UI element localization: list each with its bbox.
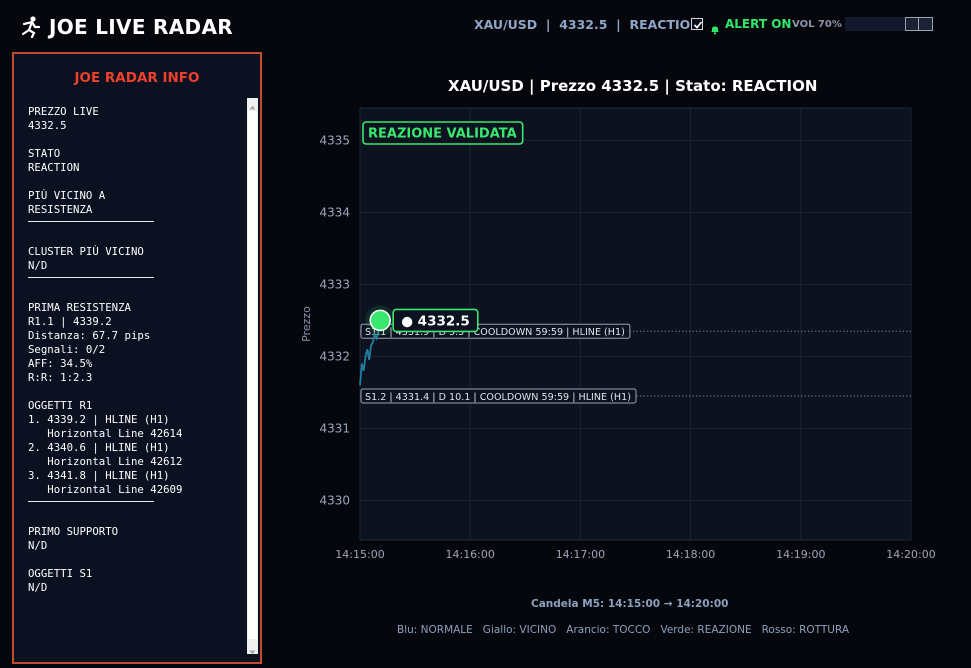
- info-line: N/D: [28, 539, 48, 552]
- runner-icon: [20, 16, 41, 39]
- info-line: PRIMO SUPPORTO: [28, 525, 119, 538]
- info-line: RESISTENZA: [28, 203, 93, 216]
- candle-info: Candela M5: 14:15:00 → 14:20:00: [531, 598, 729, 610]
- info-line: R1.1 | 4339.2: [28, 315, 112, 328]
- y-tick-label: 4333: [319, 277, 350, 291]
- info-line: Horizontal Line 42612: [28, 455, 183, 468]
- color-legend: Blu: NORMALE Giallo: VICINO Arancio: TOC…: [397, 624, 850, 636]
- app-title: JOE LIVE RADAR: [49, 15, 233, 39]
- ticker-summary: XAU/USD | 4332.5 | REACTION: [474, 17, 701, 32]
- panel-title: JOE RADAR INFO: [74, 70, 200, 86]
- volume-fill: [845, 17, 907, 31]
- info-line: STATO: [28, 147, 61, 160]
- y-tick-label: 4331: [319, 421, 350, 435]
- x-tick-label: 14:18:00: [666, 548, 715, 561]
- x-tick-label: 14:20:00: [886, 548, 935, 561]
- current-point-halo: [365, 305, 396, 336]
- badge-text: REAZIONE VALIDATA: [368, 127, 517, 142]
- current-price-label: ● 4332.5: [392, 308, 479, 333]
- info-line: Distanza: 67.7 pips: [28, 329, 151, 342]
- level-label-text: S1.1 | 4331.9 | D 5.5 | COOLDOWN 59:59 |…: [365, 327, 625, 338]
- info-line: PREZZO LIVE: [28, 105, 99, 118]
- radar-info-panel: JOE RADAR INFO PREZZO LIVE 4332.5 STATO REA…: [12, 52, 262, 664]
- x-tick-label: 14:17:00: [556, 548, 605, 561]
- bell-icon: [710, 20, 720, 35]
- info-divider: [28, 217, 154, 231]
- y-tick-label: 4330: [319, 493, 350, 507]
- info-line: OGGETTI S1: [28, 567, 93, 580]
- ticker-symbol: XAU/USD: [474, 17, 538, 32]
- info-line: N/D: [28, 259, 48, 272]
- info-text: PREZZO LIVE 4332.5 STATO REACTION PIÙ VICINO…: [28, 105, 246, 595]
- y-tick-label: 4334: [319, 205, 350, 219]
- level-label-box: [360, 388, 637, 404]
- volume-slider[interactable]: [845, 17, 933, 31]
- volume-slider-handle[interactable]: [905, 17, 933, 31]
- check-icon: [693, 21, 703, 29]
- current-price-text: ● 4332.5: [401, 313, 470, 329]
- info-line: N/D: [28, 581, 48, 594]
- info-line: 4332.5: [28, 119, 67, 132]
- current-point: [369, 309, 391, 332]
- current-price-box: [392, 308, 479, 333]
- ticker-sep-2: |: [616, 17, 621, 32]
- volume-label: VOL 70%: [792, 19, 842, 30]
- scroll-thumb[interactable]: [248, 111, 257, 639]
- ticker-price: 4332.5: [559, 17, 608, 32]
- alert-checkbox[interactable]: [691, 18, 703, 30]
- info-divider: [28, 497, 154, 511]
- badge-box: [362, 121, 524, 145]
- level-label: S1.2 | 4331.4 | D 10.1 | COOLDOWN 59:59 …: [360, 388, 637, 404]
- chart-title: XAU/USD | Prezzo 4332.5 | Stato: REACTIO…: [448, 77, 818, 95]
- info-line: Segnali: 0/2: [28, 343, 106, 356]
- info-line: CLUSTER PIÙ VICINO: [28, 245, 144, 258]
- ticker-sep-1: |: [545, 17, 551, 32]
- y-tick-label: 4335: [319, 133, 350, 147]
- info-line: R:R: 1:2.3: [28, 371, 93, 384]
- level-label: S1.1 | 4331.9 | D 5.5 | COOLDOWN 59:59 |…: [360, 323, 631, 339]
- scroll-down-icon[interactable]: [247, 643, 258, 655]
- info-line: OGGETTI R1: [28, 399, 93, 412]
- alert-label[interactable]: ALERT ON: [725, 17, 791, 31]
- info-line: 1. 4339.2 | HLINE (H1): [28, 413, 170, 426]
- scroll-up-icon[interactable]: [247, 98, 258, 110]
- info-line: PRIMA RESISTENZA: [28, 301, 131, 314]
- info-line: 2. 4340.6 | HLINE (H1): [28, 441, 170, 454]
- info-line: PIÙ VICINO A: [28, 189, 106, 202]
- panel-scrollbar[interactable]: [247, 98, 258, 655]
- info-line: AFF: 34.5%: [28, 357, 93, 370]
- x-tick-label: 14:15:00: [335, 548, 384, 561]
- reaction-badge: REAZIONE VALIDATA: [362, 121, 524, 145]
- info-divider: [28, 273, 154, 287]
- info-line: Horizontal Line 42609: [28, 483, 183, 496]
- y-axis-label: Prezzo: [300, 306, 313, 342]
- top-bar: JOE LIVE RADAR XAU/USD | 4332.5 | REACTI…: [0, 0, 971, 52]
- level-label-text: S1.2 | 4331.4 | D 10.1 | COOLDOWN 59:59 …: [365, 392, 631, 403]
- info-line: REACTION: [28, 161, 80, 174]
- info-line: 3. 4341.8 | HLINE (H1): [28, 469, 170, 482]
- x-tick-label: 14:16:00: [445, 548, 494, 561]
- y-tick-label: 4332: [319, 349, 350, 363]
- x-tick-label: 14:19:00: [776, 548, 825, 561]
- info-line: Horizontal Line 42614: [28, 427, 183, 440]
- plot-area: [359, 107, 912, 541]
- level-label-box: [360, 323, 631, 339]
- price-line: [359, 320, 382, 386]
